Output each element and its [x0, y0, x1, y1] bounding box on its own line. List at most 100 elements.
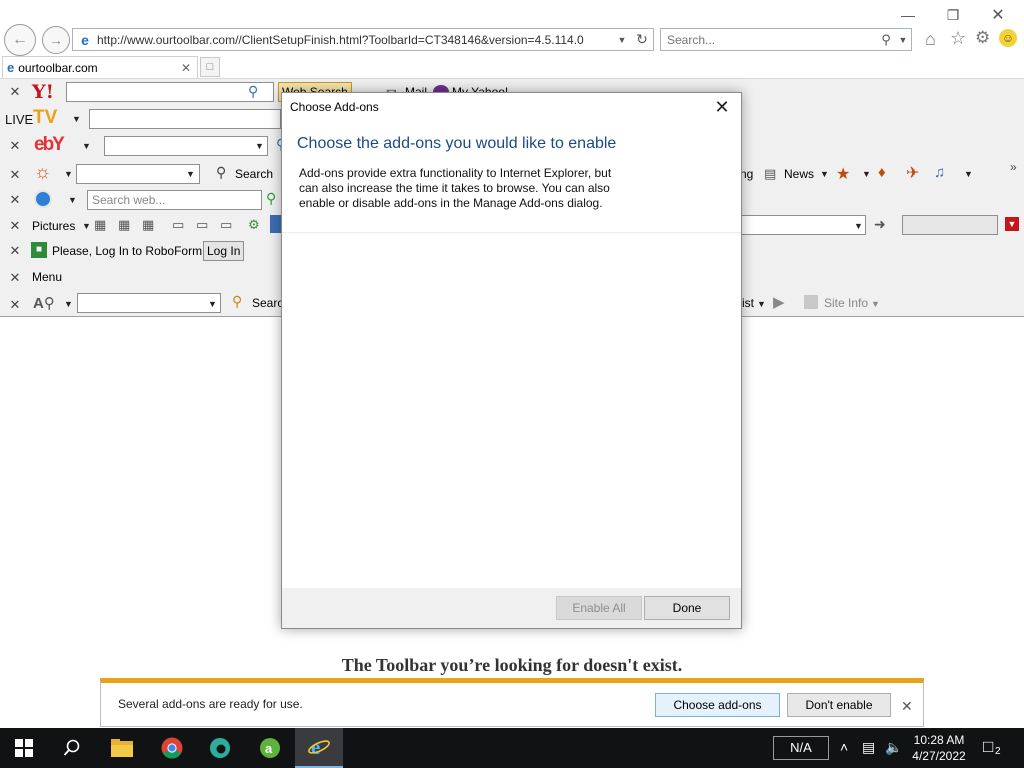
favorites-star-icon[interactable]: ☆ [950, 28, 966, 49]
chevron-down-icon[interactable]: ▼ [871, 299, 880, 309]
chevron-down-icon[interactable]: ▼ [854, 221, 863, 231]
folder-icon[interactable]: ▭ [172, 217, 184, 233]
picture-icon[interactable]: ▦ [118, 217, 130, 233]
restore-button[interactable]: ❐ [933, 4, 973, 26]
smiley-feedback-icon[interactable]: ☺ [999, 29, 1017, 47]
chevron-more-icon[interactable]: » [1010, 160, 1017, 174]
chevron-down-icon[interactable]: ▼ [64, 299, 73, 309]
taskbar-edge[interactable] [196, 728, 244, 768]
tool-icon[interactable]: ⚙ [248, 217, 260, 233]
close-icon[interactable]: ✕ [901, 698, 913, 715]
chevron-down-icon[interactable]: ▼ [255, 141, 264, 151]
ebay-search-input[interactable] [104, 136, 268, 156]
windows-globe-icon [34, 190, 52, 208]
chevron-down-icon[interactable]: ▼ [613, 35, 631, 45]
tray-na-indicator[interactable]: N/A [773, 736, 829, 760]
toolbar-search-input[interactable] [76, 164, 200, 184]
home-icon[interactable]: ⌂ [925, 29, 936, 50]
forward-button[interactable]: → [42, 26, 70, 54]
search-icon[interactable]: ⚲ [266, 190, 276, 207]
go-arrow-icon[interactable]: ➜ [874, 216, 886, 233]
picture-icon[interactable]: ▦ [142, 217, 154, 233]
ask-search-button[interactable]: Searc [252, 296, 283, 310]
close-icon[interactable]: ✕ [8, 271, 22, 285]
enable-all-button[interactable]: Enable All [556, 596, 642, 620]
search-box[interactable]: ⚲ ▼ [660, 28, 912, 51]
taskbar-internet-explorer[interactable]: e [295, 728, 343, 768]
chevron-down-icon[interactable]: ▼ [64, 169, 73, 179]
close-icon[interactable]: ✕ [8, 85, 22, 99]
dialog-close-button[interactable]: ✕ [709, 96, 735, 118]
minimize-button[interactable]: — [888, 4, 928, 26]
chevron-down-icon[interactable]: ▼ [72, 114, 81, 124]
taskbar-chrome[interactable] [148, 728, 196, 768]
close-icon[interactable]: ✕ [8, 193, 22, 207]
search-icon[interactable]: ⚲ [248, 83, 258, 100]
chevron-down-icon[interactable]: ▼ [757, 299, 766, 309]
game-icon[interactable]: ★ [836, 164, 850, 184]
chevron-down-icon[interactable]: ▼ [186, 169, 195, 179]
yahoo-search-input[interactable] [66, 82, 274, 102]
search-input[interactable] [661, 32, 877, 47]
media-icon[interactable]: ♫ [934, 164, 945, 181]
chevron-down-icon[interactable]: ▼ [964, 169, 973, 179]
partial-label[interactable]: ng [740, 167, 753, 181]
news-button[interactable]: News [784, 167, 814, 181]
folder-icon[interactable]: ▭ [196, 217, 208, 233]
action-center-icon[interactable]: □ [983, 737, 993, 757]
site-info-button[interactable]: Site Info [824, 296, 868, 310]
choose-addons-button[interactable]: Choose add-ons [655, 693, 780, 717]
download-icon[interactable]: ▼ [1005, 217, 1019, 231]
gamepad-icon[interactable]: ♦ [878, 164, 886, 181]
taskbar-app-green[interactable]: a [246, 728, 294, 768]
network-icon[interactable]: ▤ [862, 739, 875, 756]
search-icon: ⚲ [232, 293, 243, 309]
done-button[interactable]: Done [644, 596, 730, 620]
new-tab-button[interactable]: □ [200, 57, 220, 77]
play-icon[interactable]: ▶ [773, 293, 785, 311]
airplane-icon[interactable]: ✈ [906, 163, 919, 183]
tab-ourtoolbar[interactable]: e ourtoolbar.com ✕ [2, 56, 198, 78]
chevron-down-icon[interactable]: ▼ [820, 169, 829, 179]
ask-search-input[interactable] [77, 293, 221, 313]
search-button[interactable]: Search [235, 167, 273, 181]
close-icon[interactable]: ✕ [8, 244, 22, 258]
taskbar-file-explorer[interactable] [98, 728, 146, 768]
pictures-menu[interactable]: Pictures [32, 219, 75, 233]
chevron-down-icon[interactable]: ▼ [68, 195, 77, 205]
refresh-icon[interactable]: ↻ [631, 31, 653, 48]
livetv-search-input[interactable] [89, 109, 281, 129]
close-icon[interactable]: ✕ [8, 298, 22, 312]
chevron-down-icon[interactable]: ▼ [82, 221, 91, 231]
volume-icon[interactable]: 🔈 [885, 739, 902, 756]
chevron-down-icon[interactable]: ▼ [208, 299, 217, 309]
url-dropdown[interactable] [740, 215, 866, 235]
chevron-down-icon[interactable]: ▼ [862, 169, 871, 179]
chevron-down-icon[interactable]: ▼ [82, 141, 91, 151]
close-icon[interactable]: ✕ [8, 168, 22, 182]
toolbar-field[interactable] [902, 215, 998, 235]
back-button[interactable]: ← [4, 24, 36, 56]
gear-icon[interactable]: ⚙ [975, 28, 990, 48]
address-url[interactable]: http://www.ourtoolbar.com//ClientSetupFi… [93, 33, 613, 47]
search-icon[interactable]: ⚲ [877, 32, 895, 48]
taskbar-search-button[interactable] [48, 728, 96, 768]
dont-enable-button[interactable]: Don't enable [787, 693, 891, 717]
login-button[interactable]: Log In [203, 241, 245, 261]
web-search-input[interactable]: Search web... [87, 190, 262, 210]
address-bar[interactable]: e http://www.ourtoolbar.com//ClientSetup… [72, 28, 654, 51]
taskbar-clock[interactable]: 10:28 AM 4/27/2022 [904, 732, 974, 764]
chevron-up-icon[interactable]: ˄ [840, 739, 848, 755]
notification-message: Several add-ons are ready for use. [118, 697, 303, 711]
chevron-down-icon[interactable]: ▼ [895, 35, 911, 45]
list-button[interactable]: ist [742, 296, 754, 310]
folder-icon[interactable]: ▭ [220, 217, 232, 233]
menu-button[interactable]: Menu [32, 270, 62, 284]
close-icon[interactable]: ✕ [8, 139, 22, 153]
start-button[interactable] [0, 728, 48, 768]
choose-addons-dialog: Choose Add-ons ✕ Choose the add-ons you … [281, 92, 742, 629]
picture-icon[interactable]: ▦ [94, 217, 106, 233]
close-window-button[interactable]: ✕ [978, 4, 1018, 26]
close-icon[interactable]: ✕ [8, 219, 22, 233]
close-tab-icon[interactable]: ✕ [181, 61, 197, 75]
